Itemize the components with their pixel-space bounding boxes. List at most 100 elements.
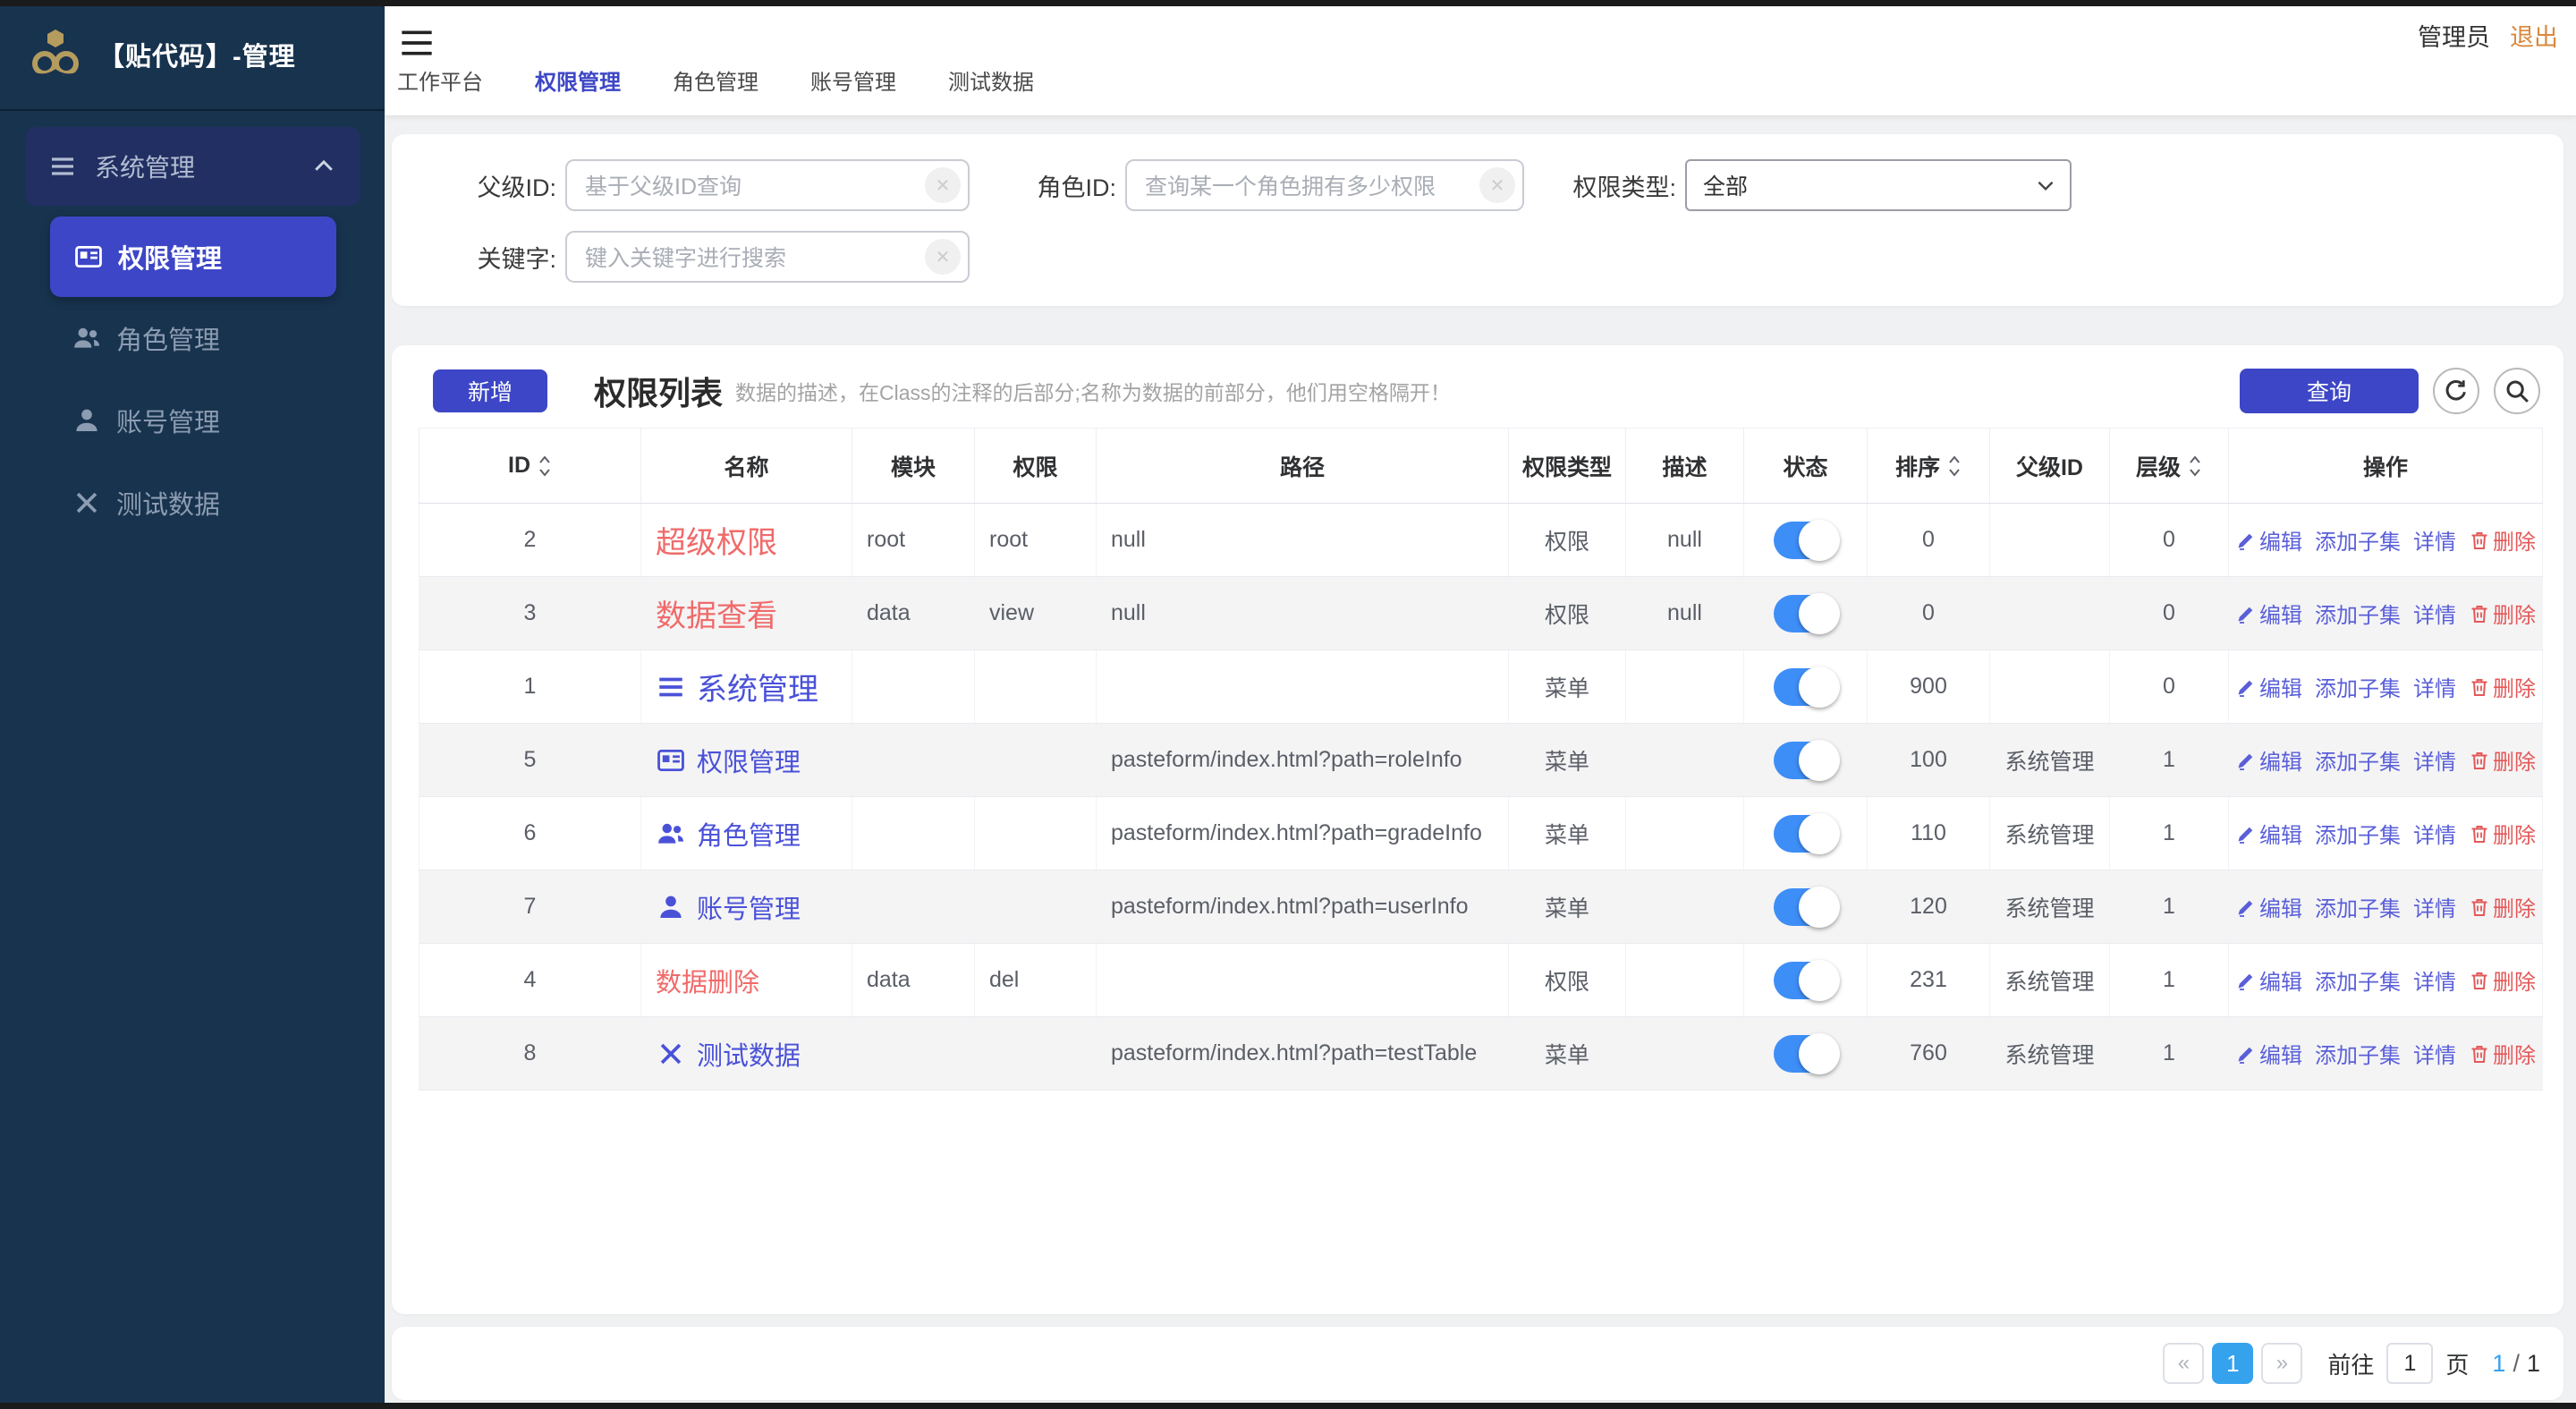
action-delete[interactable]: 删除 [2469, 964, 2536, 996]
action-add-child[interactable]: 添加子集 [2315, 671, 2401, 702]
sidebar-item-label: 角色管理 [116, 327, 221, 355]
role-id-input[interactable]: 查询某一个角色拥有多少权限 ✕ [1125, 159, 1524, 211]
sort-icon[interactable] [538, 454, 552, 479]
status-toggle[interactable] [1773, 1032, 1840, 1074]
action-detail[interactable]: 详情 [2413, 524, 2456, 556]
next-page-button[interactable]: » [2261, 1343, 2303, 1384]
goto-page-input[interactable] [2386, 1343, 2434, 1384]
page-separator: / [2512, 1349, 2520, 1377]
action-edit[interactable]: 编辑 [2235, 598, 2302, 629]
action-detail[interactable]: 详情 [2413, 964, 2456, 996]
action-detail[interactable]: 详情 [2413, 1038, 2456, 1069]
status-toggle[interactable] [1773, 812, 1840, 854]
clear-icon[interactable]: ✕ [925, 239, 961, 275]
status-toggle[interactable] [1773, 959, 1840, 1001]
perm-type-select[interactable]: 全部 [1685, 159, 2072, 211]
action-add-child[interactable]: 添加子集 [2315, 818, 2401, 849]
table-header-row: ID 名称 模块 权限 路径 权限类型 描述 状态 排序 父级ID 层级 操作 [419, 428, 2543, 504]
prev-page-button[interactable]: « [2163, 1343, 2205, 1384]
action-detail[interactable]: 详情 [2413, 598, 2456, 629]
action-delete[interactable]: 删除 [2469, 524, 2536, 556]
action-delete[interactable]: 删除 [2469, 744, 2536, 776]
tab-test[interactable]: 测试数据 [948, 55, 1034, 105]
tab-account[interactable]: 账号管理 [810, 55, 896, 105]
cell-name: 数据查看 [640, 576, 852, 650]
column-header-sort[interactable]: 排序 [1867, 428, 1990, 504]
status-toggle[interactable] [1773, 739, 1840, 781]
column-header-level[interactable]: 层级 [2109, 428, 2229, 504]
page-unit-label: 页 [2445, 1351, 2470, 1379]
logout-link[interactable]: 退出 [2510, 18, 2558, 53]
page-1-button[interactable]: 1 [2212, 1343, 2254, 1384]
trash-icon [2469, 676, 2490, 698]
action-detail[interactable]: 详情 [2413, 891, 2456, 922]
table-row: 3 数据查看 data view null 权限 null 0 0 编辑 添加子… [419, 576, 2543, 650]
refresh-button[interactable] [2433, 368, 2479, 414]
sidebar-item-permission[interactable]: 权限管理 [50, 216, 336, 297]
action-edit[interactable]: 编辑 [2235, 1038, 2302, 1069]
action-edit[interactable]: 编辑 [2235, 744, 2302, 776]
cell-path [1096, 943, 1509, 1017]
add-button[interactable]: 新增 [433, 369, 547, 412]
table-row: 6 角色管理 pasteform/index.html?path=gradeIn… [419, 796, 2543, 870]
action-edit[interactable]: 编辑 [2235, 964, 2302, 996]
total-pages: 1 [2526, 1349, 2540, 1377]
status-toggle[interactable] [1773, 519, 1840, 561]
user-icon [72, 405, 102, 436]
tab-workbench[interactable]: 工作平台 [397, 55, 483, 105]
action-edit[interactable]: 编辑 [2235, 524, 2302, 556]
action-edit[interactable]: 编辑 [2235, 891, 2302, 922]
action-detail[interactable]: 详情 [2413, 671, 2456, 702]
cell-status [1743, 503, 1868, 577]
status-toggle[interactable] [1773, 886, 1840, 928]
action-add-child[interactable]: 添加子集 [2315, 1038, 2401, 1069]
action-delete[interactable]: 删除 [2469, 891, 2536, 922]
sidebar-group-system[interactable]: 系统管理 [25, 127, 360, 206]
clear-icon[interactable]: ✕ [925, 167, 961, 203]
action-delete[interactable]: 删除 [2469, 598, 2536, 629]
action-add-child[interactable]: 添加子集 [2315, 964, 2401, 996]
sort-icon[interactable] [2188, 454, 2202, 479]
sort-icon[interactable] [1947, 454, 1962, 479]
status-toggle[interactable] [1773, 666, 1840, 708]
column-header-module: 模块 [852, 428, 975, 504]
action-delete[interactable]: 删除 [2469, 1038, 2536, 1069]
brand-logo-icon [32, 30, 79, 77]
action-add-child[interactable]: 添加子集 [2315, 598, 2401, 629]
trash-icon [2469, 823, 2490, 845]
action-edit[interactable]: 编辑 [2235, 671, 2302, 702]
pencil-icon [2235, 676, 2257, 698]
table-row: 7 账号管理 pasteform/index.html?path=userInf… [419, 870, 2543, 944]
action-detail[interactable]: 详情 [2413, 744, 2456, 776]
sidebar-item-role[interactable]: 角色管理 [0, 297, 385, 379]
clear-icon[interactable]: ✕ [1479, 167, 1515, 203]
column-header-id[interactable]: ID [419, 428, 641, 504]
table-row: 5 权限管理 pasteform/index.html?path=roleInf… [419, 723, 2543, 797]
tab-role[interactable]: 角色管理 [673, 55, 758, 105]
action-delete[interactable]: 删除 [2469, 818, 2536, 849]
status-toggle[interactable] [1773, 592, 1840, 634]
chevron-down-icon [2038, 181, 2054, 191]
parent-id-input[interactable]: 基于父级ID查询 ✕ [565, 159, 970, 211]
cell-id: 8 [419, 1016, 641, 1091]
search-button[interactable] [2494, 368, 2540, 414]
cell-path: null [1096, 503, 1509, 577]
sidebar: 【贴代码】-管理 系统管理 权限管理 角色管理 账号管理 测试数据 [0, 0, 385, 1409]
action-detail[interactable]: 详情 [2413, 818, 2456, 849]
users-icon [656, 819, 686, 849]
sidebar-item-test[interactable]: 测试数据 [0, 462, 385, 544]
action-delete[interactable]: 删除 [2469, 671, 2536, 702]
action-add-child[interactable]: 添加子集 [2315, 524, 2401, 556]
action-add-child[interactable]: 添加子集 [2315, 744, 2401, 776]
sidebar-item-account[interactable]: 账号管理 [0, 379, 385, 462]
action-edit[interactable]: 编辑 [2235, 818, 2302, 849]
cell-type: 权限 [1508, 943, 1626, 1017]
cell-path: pasteform/index.html?path=userInfo [1096, 870, 1509, 944]
trash-icon [2469, 1043, 2490, 1065]
action-add-child[interactable]: 添加子集 [2315, 891, 2401, 922]
keyword-input[interactable]: 键入关键字进行搜索 ✕ [565, 231, 970, 283]
x-icon [72, 488, 102, 518]
cell-module: root [852, 503, 975, 577]
query-button[interactable]: 查询 [2240, 369, 2419, 413]
tab-permission[interactable]: 权限管理 [535, 55, 621, 105]
